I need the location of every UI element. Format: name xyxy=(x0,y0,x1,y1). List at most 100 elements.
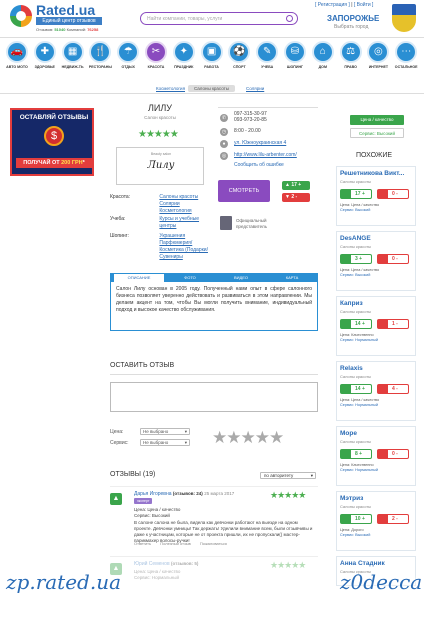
similar-vote-down[interactable]: 1 - xyxy=(377,319,409,329)
similar-card[interactable]: Море Салоны красоты 8 +0 - Цена: Качественн… xyxy=(336,426,416,486)
review-textarea[interactable] xyxy=(110,382,318,412)
category-label: НЕДВИЖ-ТЬ xyxy=(61,65,84,69)
category-car[interactable]: 🚗 АВТО МОТО xyxy=(4,41,30,69)
review-author-name[interactable]: Юрий Семенов xyxy=(134,561,170,567)
similar-card[interactable]: Мэтриз Салоны красоты 10 + 2 - Цена: Дорого С… xyxy=(336,491,416,551)
info-link[interactable]: Косметика (Подарки/ xyxy=(159,247,208,253)
similar-card-name[interactable]: DesANGE xyxy=(340,235,371,242)
city-name[interactable]: ЗАПОРОЖЬЕ xyxy=(327,14,379,23)
reply-link[interactable]: Ответить xyxy=(134,541,151,546)
category-label: АВТО МОТО xyxy=(6,65,28,69)
search-input[interactable]: Найти компании, товары, услуги xyxy=(140,12,298,25)
search-icon[interactable] xyxy=(286,15,293,22)
info-link[interactable]: Салоны красоты xyxy=(159,194,198,200)
category-party[interactable]: ✦ ПРАЗДНИК xyxy=(171,41,197,69)
similar-card[interactable]: Каприз Салоны красоты 14 +1 - Цена: Качеств… xyxy=(336,296,416,356)
promo-banner[interactable]: ОСТАВЛЯЙ ОТЗЫВЫ $ ПОЛУЧАЙ ОТ 200 ГРН* xyxy=(10,108,94,176)
info-link[interactable]: Курсы и учебные xyxy=(159,216,199,222)
similar-card-name[interactable]: Решетникова Викт... xyxy=(340,170,404,177)
category-study[interactable]: ✎ УЧЕБА xyxy=(254,41,280,69)
category-scissors[interactable]: ✂ КРАСОТА xyxy=(143,41,169,69)
logo-icon[interactable] xyxy=(10,5,32,27)
website-link[interactable]: http://www.lilu-arbenter.com/ xyxy=(234,152,297,158)
address-row: ● ул. Южноукраинская 4 xyxy=(218,139,318,149)
review-author[interactable]: Юрий Семенов (отзывов: 5) xyxy=(134,561,198,567)
representative-label: Официальный представитель xyxy=(236,218,267,230)
info-link[interactable]: Украшения xyxy=(159,233,185,239)
subnav-cosmetology[interactable]: Косметология xyxy=(150,85,191,92)
similar-card-name[interactable]: Relaxis xyxy=(340,365,363,372)
category-restaurant[interactable]: 🍴 РЕСТОРАНЫ xyxy=(87,41,113,69)
phone-2[interactable]: 093-973-20-85 xyxy=(234,117,267,123)
similar-card[interactable]: DesANGE Салоны красоты 3 + 0 - Цена: Цена / … xyxy=(336,231,416,291)
category-health[interactable]: ✚ ЗДОРОВЬЕ xyxy=(32,41,58,69)
helpful-link[interactable]: Полезный отзыв xyxy=(160,541,191,546)
similar-vote-down[interactable]: 4 - xyxy=(377,384,409,394)
view-reviews-button[interactable]: СМОТРЕТЬ ОТЗЫВЫ xyxy=(218,180,270,216)
similar-card-price: Цена: Качественно xyxy=(340,463,374,467)
category-shopping[interactable]: ⛁ ШОПИНГ xyxy=(282,41,308,69)
report-link[interactable]: Пожаловаться xyxy=(200,541,227,546)
similar-card-name[interactable]: Анна Стадник xyxy=(340,560,385,567)
category-leisure[interactable]: ☂ ОТДЫХ xyxy=(115,41,141,69)
tab-map[interactable]: КАРТА xyxy=(267,274,317,282)
service-high-button[interactable]: Сервис: Высокий xyxy=(350,128,404,138)
rating-input-stars[interactable]: ★★★★★ xyxy=(212,428,284,448)
info-link[interactable]: центры xyxy=(159,223,176,229)
similar-card-service: Сервис: Высокий xyxy=(340,533,371,537)
login-link[interactable]: [ Войти ] xyxy=(354,2,374,8)
vote-up-button[interactable]: ▲ 17 + xyxy=(282,181,310,190)
similar-card-name[interactable]: Каприз xyxy=(340,300,363,307)
category-law[interactable]: ⚖ ПРАВО xyxy=(338,41,364,69)
category-building[interactable]: ▦ НЕДВИЖ-ТЬ xyxy=(60,41,86,69)
report-error-link[interactable]: Сообщить об ошибке xyxy=(234,162,284,168)
similar-card-name[interactable]: Море xyxy=(340,430,357,437)
promo-bottom-pre: ПОЛУЧАЙ ОТ xyxy=(23,160,62,166)
sort-select[interactable]: по авторитету xyxy=(260,472,316,479)
category-home[interactable]: ⌂ ДОМ xyxy=(310,41,336,69)
similar-vote-down[interactable]: 2 - xyxy=(377,514,409,524)
subnav-beauty-salons[interactable]: Салоны красоты xyxy=(188,85,235,92)
vote-down-button[interactable]: ▼ 2 - xyxy=(282,193,310,202)
similar-vote-down[interactable]: 0 - xyxy=(377,189,409,199)
info-link[interactable]: Парфюмерия/ xyxy=(159,240,192,246)
home-icon: ⌂ xyxy=(311,41,334,63)
logo-text[interactable]: Rated.ua xyxy=(36,2,95,18)
similar-card[interactable]: Решетникова Викт... Салоны красоты 17 + 0 -… xyxy=(336,166,416,226)
similar-vote-up[interactable]: 17 + xyxy=(340,189,372,199)
description-tabs: ОПИСАНИЕ ФОТО ВИДЕО КАРТА Салон Лилу осн… xyxy=(110,273,318,331)
review-author[interactable]: Дарья Игоревна (отзывов: 24) 25 марта 20… xyxy=(134,491,234,497)
similar-card[interactable]: Relaxis Салоны красоты 14 + 4 - Цена: Цена /… xyxy=(336,361,416,421)
register-link[interactable]: [ Регистрация ] xyxy=(315,2,350,8)
category-internet[interactable]: ◎ ИНТЕРНЕТ xyxy=(365,41,391,69)
info-beauty-values: Салоны красоты Солярии Косметология xyxy=(159,194,198,215)
similar-vote-up[interactable]: 14 + xyxy=(340,319,372,329)
tab-photo[interactable]: ФОТО xyxy=(165,274,215,282)
similar-vote-up[interactable]: 10 + xyxy=(340,514,372,524)
price-quality-button[interactable]: Цена / качество xyxy=(350,115,404,125)
tab-video[interactable]: ВИДЕО xyxy=(216,274,266,282)
similar-vote-up[interactable]: 3 + xyxy=(340,254,372,264)
similar-vote-up[interactable]: 14 + xyxy=(340,384,372,394)
similar-card-name[interactable]: Мэтриз xyxy=(340,495,363,502)
tab-description[interactable]: ОПИСАНИЕ xyxy=(114,274,164,282)
review-author-name[interactable]: Дарья Игоревна xyxy=(134,491,172,497)
price-select[interactable]: Не выбрано xyxy=(140,428,190,435)
subnav-solarium[interactable]: Солярии xyxy=(240,85,270,92)
info-link[interactable]: Солярии xyxy=(159,201,179,207)
city-select-link[interactable]: Выбрать город xyxy=(334,24,368,30)
address-link[interactable]: ул. Южноукраинская 4 xyxy=(234,140,286,146)
opening-hours: 8:00 - 20.00 xyxy=(234,128,261,134)
review-date: 25 марта 2017 xyxy=(204,491,235,496)
service-select[interactable]: Не выбрано xyxy=(140,439,190,446)
category-label: РЕСТОРАНЫ xyxy=(88,65,112,69)
category-sport[interactable]: ⚽ СПОРТ xyxy=(226,41,252,69)
similar-vote-down[interactable]: 0 - xyxy=(377,449,409,459)
official-representative[interactable]: Официальный представитель xyxy=(218,216,318,232)
info-link[interactable]: Косметология xyxy=(159,208,191,214)
similar-vote-up[interactable]: 8 + xyxy=(340,449,372,459)
similar-vote-down[interactable]: 0 - xyxy=(377,254,409,264)
category-briefcase[interactable]: ▣ РАБОТА xyxy=(199,41,225,69)
category-other[interactable]: ⋯ ОСТАЛЬНОЕ xyxy=(393,41,419,69)
info-link[interactable]: Сувениры xyxy=(159,254,182,260)
